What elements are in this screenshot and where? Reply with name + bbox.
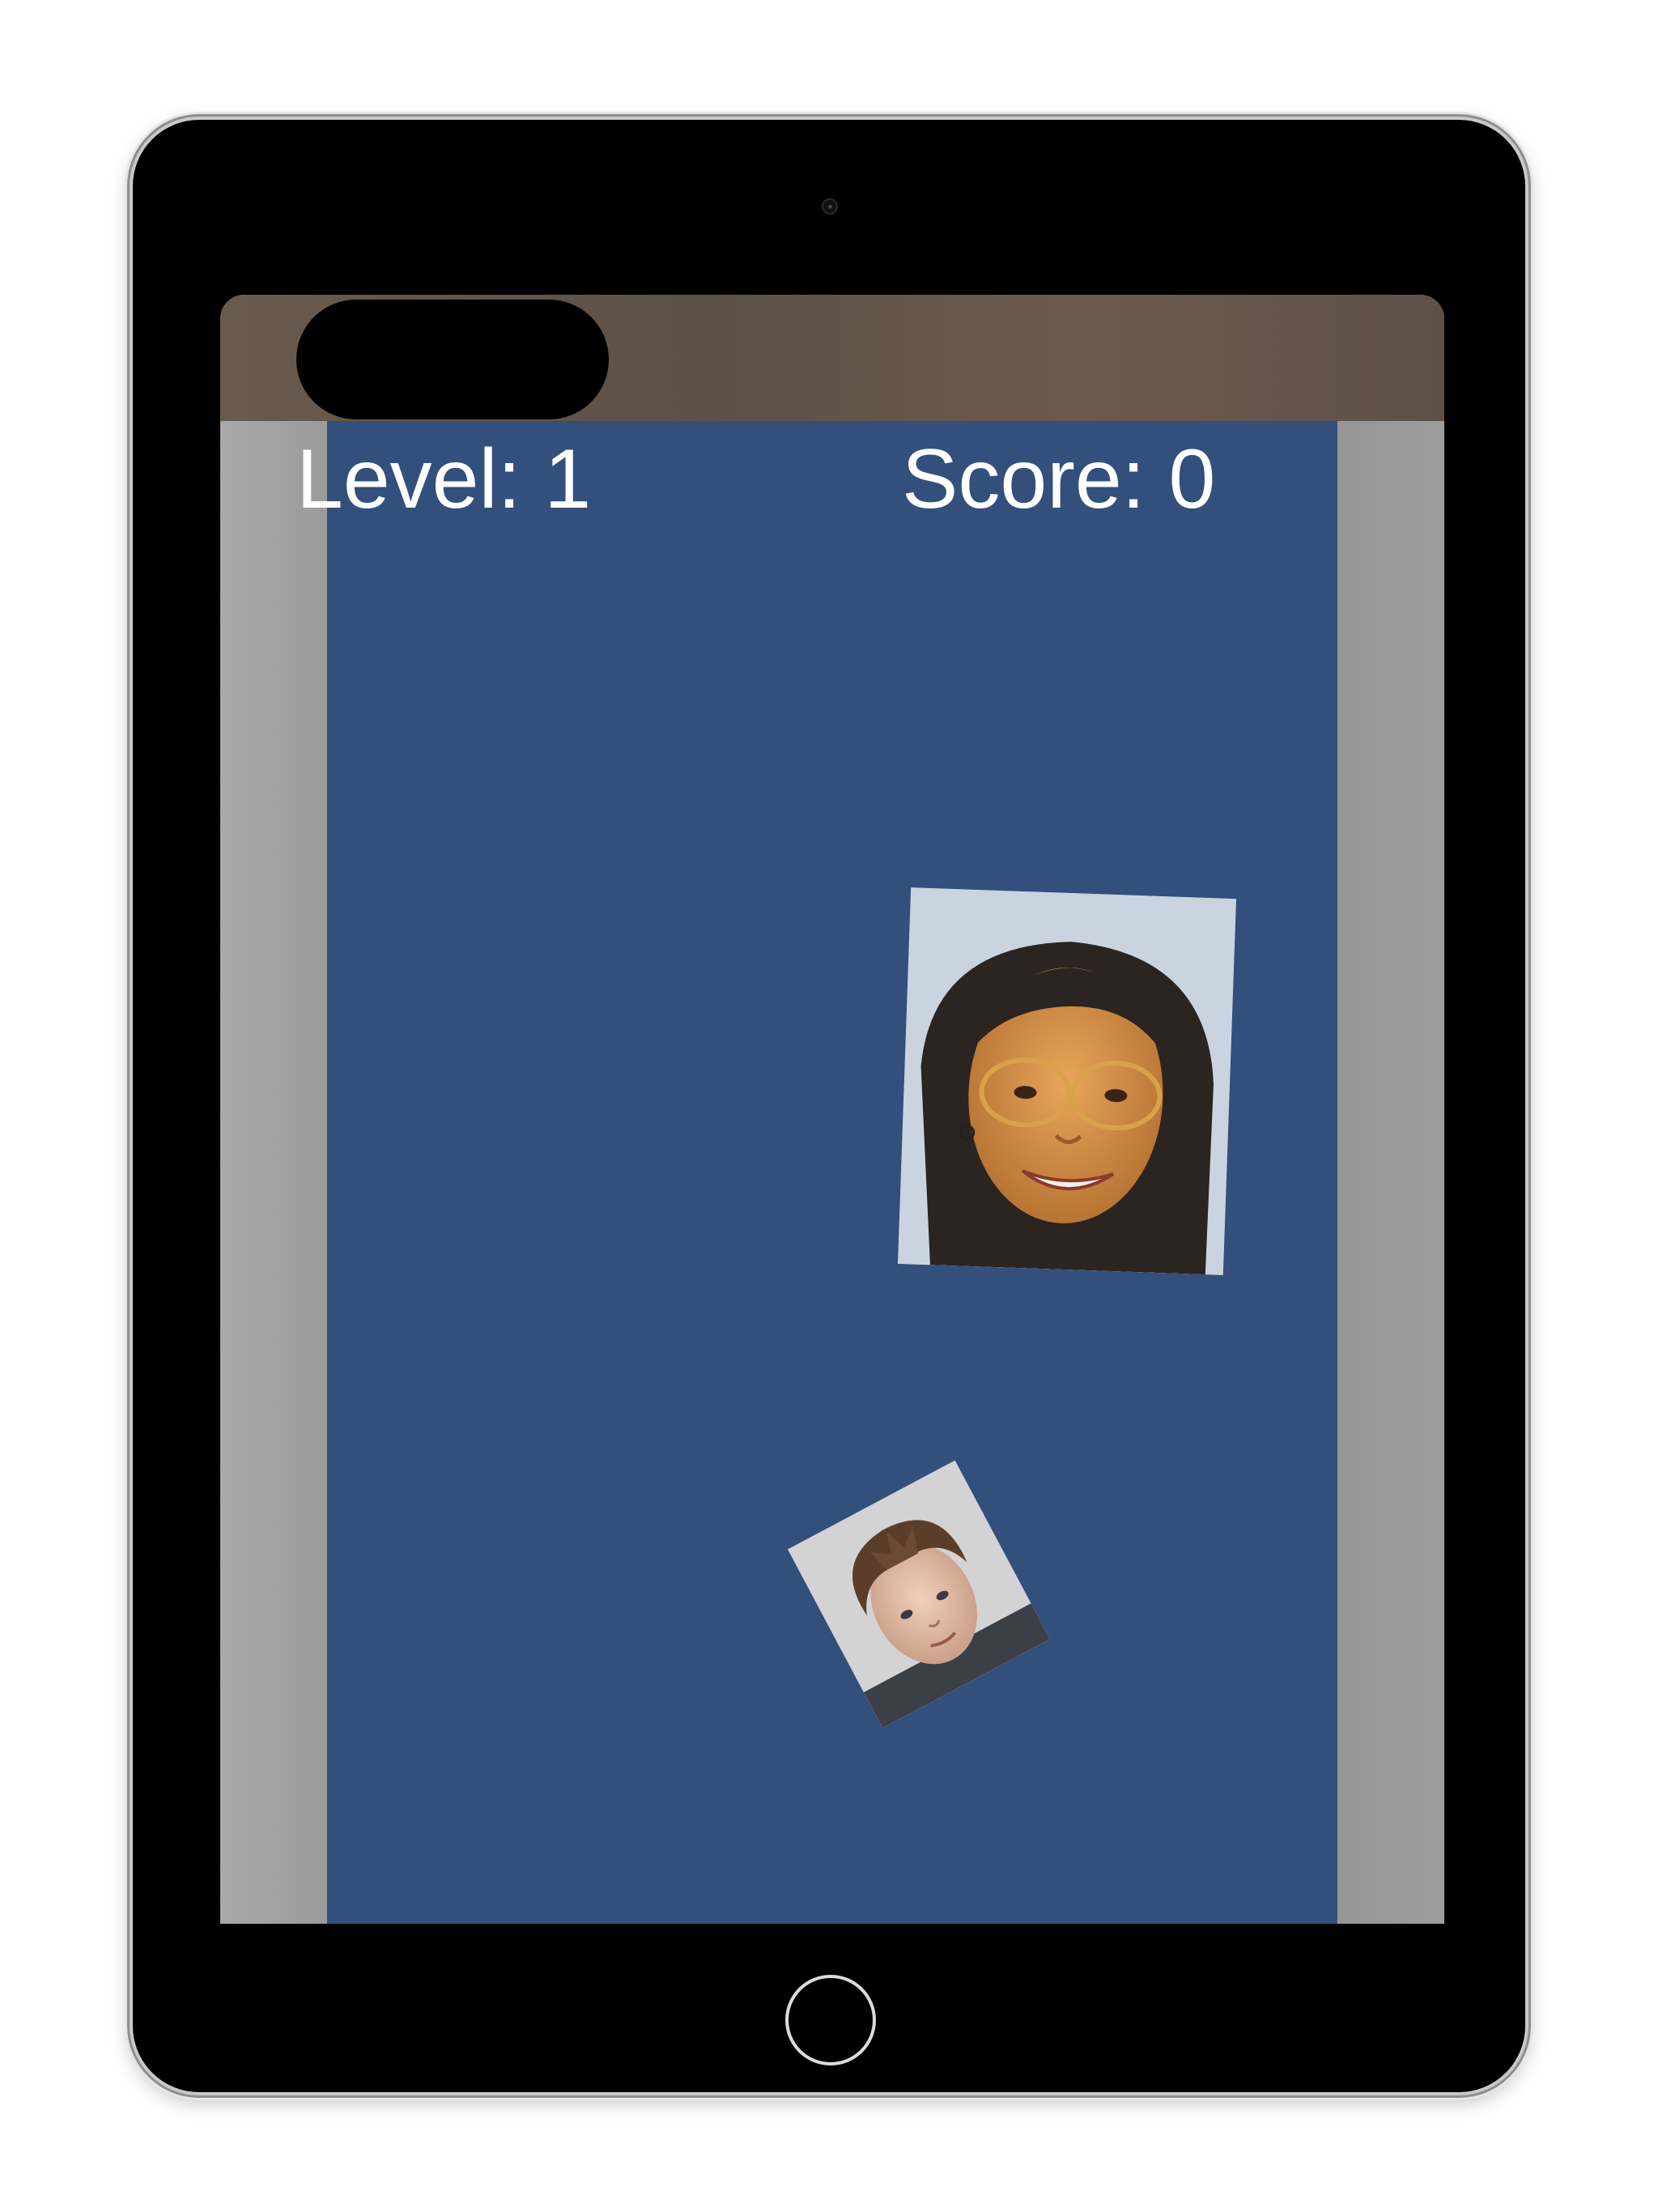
woman-face-photo[interactable]: [898, 887, 1236, 1275]
home-button[interactable]: [785, 1975, 876, 2065]
level-label: Level: 1: [296, 432, 592, 526]
top-pill-button[interactable]: [296, 300, 609, 419]
left-side-panel: [220, 295, 327, 1924]
front-camera-icon: [822, 198, 838, 215]
face-photo-icon: [898, 887, 1236, 1275]
top-banner: [220, 295, 1444, 421]
score-label: Score: 0: [902, 432, 1216, 526]
right-side-panel: [1337, 295, 1444, 1924]
game-screen[interactable]: [220, 295, 1444, 1924]
